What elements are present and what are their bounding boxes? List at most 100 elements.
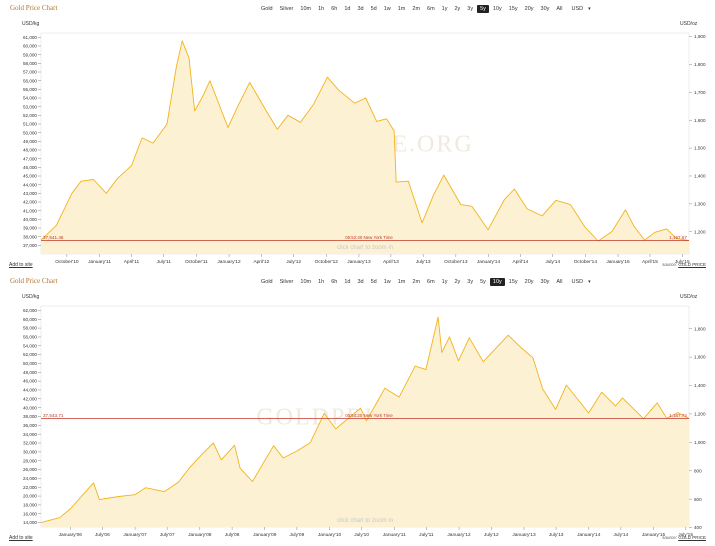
currency-select[interactable]: USD [569,278,587,286]
x-tick-label: January'13 [512,532,536,538]
tab-30y[interactable]: 30y [538,278,553,286]
tab-all[interactable]: All [553,5,565,13]
tab-3d[interactable]: 3d [354,5,366,13]
tab-1h[interactable]: 1h [315,5,327,13]
source-credit: source: GOLD PRICE [662,535,706,540]
tab-3y[interactable]: 3y [464,5,476,13]
tab-2y[interactable]: 2y [451,5,463,13]
tab-1d[interactable]: 1d [341,278,353,286]
left-tick-label: 60,000 [23,317,37,322]
left-tick-label: 32,000 [23,441,37,446]
add-to-site-link[interactable]: Add to site [9,262,33,268]
tab-5d[interactable]: 5d [368,278,380,286]
zoom-hint: click chart to zoom in [337,518,393,524]
x-tick-label: July'10 [354,532,369,538]
left-tick-label: 41,000 [23,208,37,213]
tab-silver[interactable]: Silver [277,278,297,286]
tab-3y[interactable]: 3y [464,278,476,286]
current-left-value: 37,543.71 [43,413,64,418]
left-tick-label: 58,000 [23,61,37,66]
tab-gold[interactable]: Gold [258,278,276,286]
tab-silver[interactable]: Silver [277,5,297,13]
tab-15y[interactable]: 15y [506,5,521,13]
left-tick-label: 46,000 [23,379,37,384]
source-link[interactable]: GOLD PRICE [678,535,706,540]
tab-1m[interactable]: 1m [395,278,409,286]
x-tick-label: January'14 [477,259,501,265]
tab-1w[interactable]: 1w [381,5,394,13]
left-tick-label: 43,000 [23,191,37,196]
left-tick-label: 48,000 [23,148,37,153]
right-tick-label: 1,600 [694,118,706,123]
x-tick-label: January'12 [447,532,471,538]
tab-10y[interactable]: 10y [489,278,505,286]
tab-1m[interactable]: 1m [395,5,409,13]
tab-5y[interactable]: 5y [477,5,489,13]
currency-select[interactable]: USD [569,5,587,13]
tab-10m[interactable]: 10m [297,278,314,286]
chevron-down-icon[interactable]: ▾ [588,279,591,285]
left-tick-label: 50,000 [23,130,37,135]
left-tick-label: 39,000 [23,226,37,231]
left-tick-label: 57,000 [23,70,37,75]
left-tick-label: 53,000 [23,104,37,109]
tab-1y[interactable]: 1y [439,5,451,13]
right-tick-label: 1,900 [694,34,706,39]
tab-5d[interactable]: 5d [368,5,380,13]
left-tick-label: 30,000 [23,449,37,454]
right-tick-label: 800 [694,468,702,473]
right-tick-label: 1,200 [694,229,706,234]
x-tick-label: January'10 [318,532,342,538]
left-tick-label: 24,000 [23,476,37,481]
gold-chart-panel-10y: GOLDPRICE.ORG 14,000 16,000 18,000 20,000 22,… [0,273,715,546]
tab-6h[interactable]: 6h [328,5,340,13]
tab-20y[interactable]: 20y [522,5,537,13]
left-tick-label: 62,000 [23,308,37,313]
tab-1w[interactable]: 1w [381,278,394,286]
source-link[interactable]: GOLD PRICE [678,262,706,267]
add-to-site-link[interactable]: Add to site [9,535,33,541]
left-tick-label: 40,000 [23,217,37,222]
tab-1h[interactable]: 1h [315,278,327,286]
x-tick-label: January'06 [59,532,83,538]
x-tick-label: July'13 [416,259,431,265]
tab-20y[interactable]: 20y [522,278,537,286]
tab-30y[interactable]: 30y [538,5,553,13]
tab-5y[interactable]: 5y [477,278,489,286]
tab-1y[interactable]: 1y [439,278,451,286]
chart-area[interactable]: GOLDPRICE.ORG37,00038,00039,00040,00041,… [0,0,715,273]
current-right-value: 1,167.74 [669,413,687,418]
panel-title: Gold Price Chart [10,4,58,12]
tab-10m[interactable]: 10m [297,5,314,13]
tab-all[interactable]: All [553,278,565,286]
left-tick-label: 26,000 [23,467,37,472]
x-tick-label: January'13 [347,259,371,265]
tab-2m[interactable]: 2m [409,5,423,13]
tab-2m[interactable]: 2m [409,278,423,286]
tab-6m[interactable]: 6m [424,278,438,286]
tab-6m[interactable]: 6m [424,5,438,13]
chevron-down-icon[interactable]: ▾ [588,6,591,12]
tab-gold[interactable]: Gold [258,5,276,13]
current-timestamp: 05:52:40 New York Time [345,235,393,240]
zoom-hint: click chart to zoom in [337,245,393,251]
right-tick-label: 400 [694,525,702,530]
left-tick-label: 46,000 [23,165,37,170]
tab-6h[interactable]: 6h [328,278,340,286]
x-tick-label: July'08 [225,532,240,538]
tab-2y[interactable]: 2y [451,278,463,286]
tab-10y[interactable]: 10y [490,5,505,13]
chart-area[interactable]: GOLDPRICE.ORG14,00016,00018,00020,00022,… [0,273,715,546]
source-label: source: [662,262,677,267]
left-tick-label: 45,000 [23,174,37,179]
left-tick-label: 14,000 [23,520,37,525]
tab-15y[interactable]: 15y [506,278,521,286]
tab-3d[interactable]: 3d [354,278,366,286]
right-tick-label: 1,800 [694,326,706,331]
tab-1d[interactable]: 1d [341,5,353,13]
x-tick-label: January'12 [217,259,241,265]
x-tick-label: January'07 [123,532,147,538]
left-tick-label: 56,000 [23,335,37,340]
left-tick-label: 44,000 [23,182,37,187]
current-timestamp: 05:54:20 New York Time [345,413,393,418]
